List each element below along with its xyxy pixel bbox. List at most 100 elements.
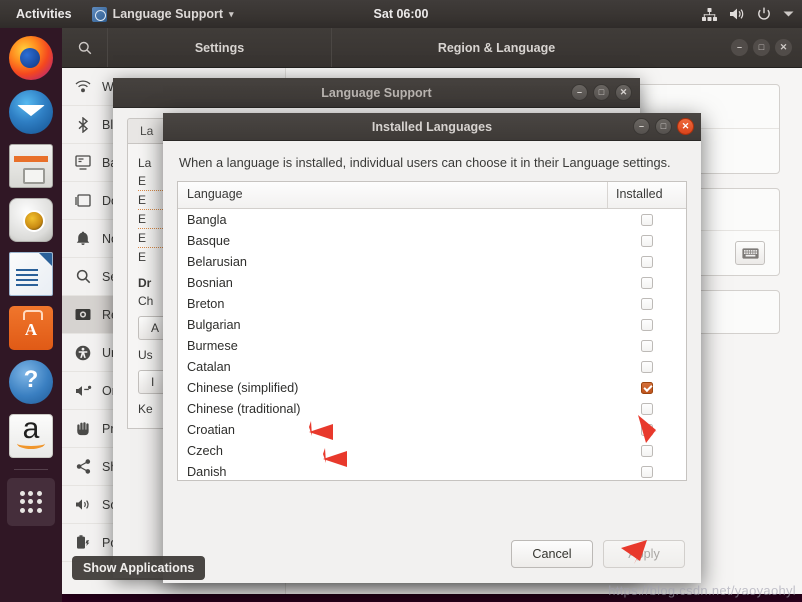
minimize-icon[interactable]: – [731,39,748,56]
dock-item-help[interactable] [7,358,55,406]
language-name-cell: Belarusian [187,254,247,269]
dock-item-files[interactable] [7,142,55,190]
dialog-title: Installed Languages [371,119,493,134]
settings-window-controls[interactable]: – □ ✕ [731,28,802,67]
sharing-icon [74,458,92,476]
keyboard-icon[interactable] [735,241,765,265]
chevron-down-icon[interactable] [783,10,794,18]
power-icon[interactable] [757,7,771,21]
language-name-cell: Croatian [187,422,235,437]
cancel-button[interactable]: Cancel [511,540,593,568]
column-header-installed[interactable]: Installed [608,182,686,208]
installed-checkbox[interactable] [641,402,653,415]
installed-checkbox[interactable] [641,234,653,247]
installed-checkbox[interactable] [641,423,653,436]
dock-item-thunderbird[interactable] [7,88,55,136]
language-name-cell: Catalan [187,359,231,374]
installed-cell [608,297,686,310]
installed-checkbox[interactable] [641,255,653,268]
dock-item-software[interactable] [7,304,55,352]
network-icon[interactable] [702,7,717,21]
clock[interactable]: Sat 06:00 [374,7,429,21]
table-row[interactable]: Burmese [178,335,686,356]
grid-dot-icon [28,499,34,505]
installed-checkbox[interactable] [641,465,653,478]
table-row[interactable]: Bangla [178,209,686,230]
language-support-title: Language Support [321,85,432,100]
system-tray[interactable] [702,7,794,21]
settings-search-button[interactable] [62,28,108,67]
desktop-screen: Activities Language Support ▾ Sat 06:00 [0,0,802,602]
table-row[interactable]: Chinese (simplified) [178,377,686,398]
show-applications-tooltip: Show Applications [72,556,206,580]
apply-button[interactable]: Apply [603,540,685,568]
installed-checkbox[interactable] [641,444,653,457]
dock-separator [14,469,48,470]
minimize-icon[interactable]: – [633,118,650,135]
table-row[interactable]: Bosnian [178,272,686,293]
installed-checkbox[interactable] [641,339,653,352]
table-row[interactable]: Belarusian [178,251,686,272]
installed-cell [608,402,686,415]
language-name-cell: Bangla [187,212,227,227]
language-name-cell: Burmese [187,338,238,353]
dock-item-amazon[interactable] [7,412,55,460]
show-applications-button[interactable] [7,478,55,526]
grid-dot-icon [19,499,25,505]
dock-item-firefox[interactable] [7,34,55,82]
close-icon[interactable]: ✕ [775,39,792,56]
installed-checkbox[interactable] [641,318,653,331]
table-row[interactable]: Basque [178,230,686,251]
column-header-language[interactable]: Language [178,182,608,209]
grid-dot-icon [37,490,43,496]
installed-checkbox[interactable] [641,360,653,373]
close-icon[interactable]: ✕ [615,84,632,101]
app-menu[interactable]: Language Support ▾ [91,6,234,22]
maximize-icon[interactable]: □ [593,84,610,101]
tab-language[interactable]: La [127,118,167,143]
installed-checkbox[interactable] [641,213,653,226]
chevron-down-icon: ▾ [229,8,234,19]
firefox-icon [9,36,53,80]
installed-cell [608,339,686,352]
power-battery-icon [74,534,92,552]
maximize-icon[interactable]: □ [655,118,672,135]
dialog-description: When a language is installed, individual… [179,155,671,170]
dialog-window-controls[interactable]: – □ ✕ [633,118,694,135]
language-name-cell: Bulgarian [187,317,241,332]
dock-item-rhythmbox[interactable] [7,196,55,244]
table-row[interactable]: Catalan [178,356,686,377]
languages-table-header: Language Installed [178,182,686,210]
language-support-window-controls[interactable]: – □ ✕ [571,84,632,101]
grid-dot-icon [19,490,25,496]
language-name-cell: Basque [187,233,231,248]
privacy-hand-icon [74,420,92,438]
grid-dot-icon [37,499,43,505]
maximize-icon[interactable]: □ [753,39,770,56]
language-name-cell: Chinese (traditional) [187,401,301,416]
dialog-titlebar: Installed Languages – □ ✕ [163,113,701,141]
table-row[interactable]: Breton [178,293,686,314]
close-icon[interactable]: ✕ [677,118,694,135]
table-row[interactable]: Czech [178,440,686,461]
installed-cell [608,381,686,394]
installed-checkbox[interactable] [641,381,653,394]
installed-cell [608,444,686,457]
table-row[interactable]: Croatian [178,419,686,440]
table-row[interactable]: Bulgarian [178,314,686,335]
languages-table-body: Bangla Basque Belarusian Bosnian Breton Bulga… [178,209,686,480]
installed-cell [608,213,686,226]
installed-checkbox[interactable] [641,276,653,289]
minimize-icon[interactable]: – [571,84,588,101]
app-menu-label: Language Support [112,7,224,21]
dock-item-writer[interactable] [7,250,55,298]
settings-title-right: Region & Language [437,40,556,55]
table-row[interactable]: Chinese (traditional) [178,398,686,419]
installed-cell [608,276,686,289]
grid-dot-icon [37,508,43,514]
activities-button[interactable]: Activities [10,5,78,23]
volume-icon[interactable] [729,7,745,21]
installed-checkbox[interactable] [641,297,653,310]
table-row[interactable]: Danish [178,461,686,480]
installed-cell [608,423,686,436]
